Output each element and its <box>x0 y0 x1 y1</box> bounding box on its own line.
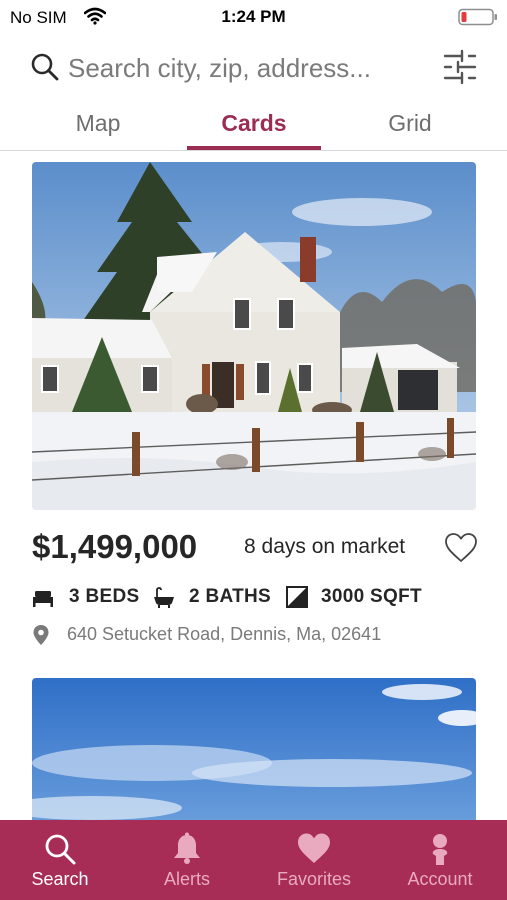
area-icon <box>286 586 308 608</box>
battery-icon <box>458 8 497 26</box>
bathtub-icon <box>154 587 174 608</box>
person-icon <box>432 834 448 865</box>
beds-label: 3 BEDS <box>69 586 140 607</box>
clock: 1:24 PM <box>221 7 286 26</box>
search-icon <box>45 834 76 865</box>
active-tab-indicator <box>187 146 321 150</box>
bottom-navigation: Search Alerts Favorites Account <box>0 820 507 900</box>
tab-cards[interactable]: Cards <box>187 110 321 150</box>
location-pin-icon <box>33 625 49 645</box>
days-on-market: 8 days on market <box>244 535 406 558</box>
search-bar <box>0 44 507 92</box>
listing-price: $1,499,000 <box>32 528 198 565</box>
nav-favorites[interactable]: Favorites <box>254 820 374 900</box>
listing-features: 3 BEDS 2 BATHS 3000 SQFT <box>32 584 492 610</box>
tab-map[interactable]: Map <box>48 110 148 150</box>
heart-outline-icon[interactable] <box>444 532 478 564</box>
bed-icon <box>33 591 53 607</box>
sliders-icon[interactable] <box>442 48 478 86</box>
baths-label: 2 BATHS <box>189 586 271 607</box>
heart-icon <box>298 833 330 863</box>
view-tabs: Map Cards Grid <box>0 100 507 151</box>
nav-search[interactable]: Search <box>0 820 120 900</box>
nav-account-label: Account <box>407 869 473 889</box>
listing-address-row: 640 Setucket Road, Dennis, Ma, 02641 <box>32 622 492 648</box>
search-icon[interactable] <box>30 52 60 82</box>
nav-alerts[interactable]: Alerts <box>127 820 247 900</box>
status-bar: No SIM 1:24 PM <box>0 0 507 34</box>
nav-search-label: Search <box>31 869 89 889</box>
nav-alerts-label: Alerts <box>163 869 210 889</box>
tab-grid[interactable]: Grid <box>360 110 460 150</box>
search-input[interactable] <box>68 48 428 88</box>
nav-account[interactable]: Account <box>380 820 500 900</box>
sqft-label: 3000 SQFT <box>321 586 422 607</box>
nav-favorites-label: Favorites <box>276 869 352 889</box>
next-listing-photo[interactable] <box>32 678 476 838</box>
bell-icon <box>174 832 200 864</box>
listing-photo[interactable] <box>32 162 476 510</box>
listing-address: 640 Setucket Road, Dennis, Ma, 02641 <box>67 624 382 644</box>
